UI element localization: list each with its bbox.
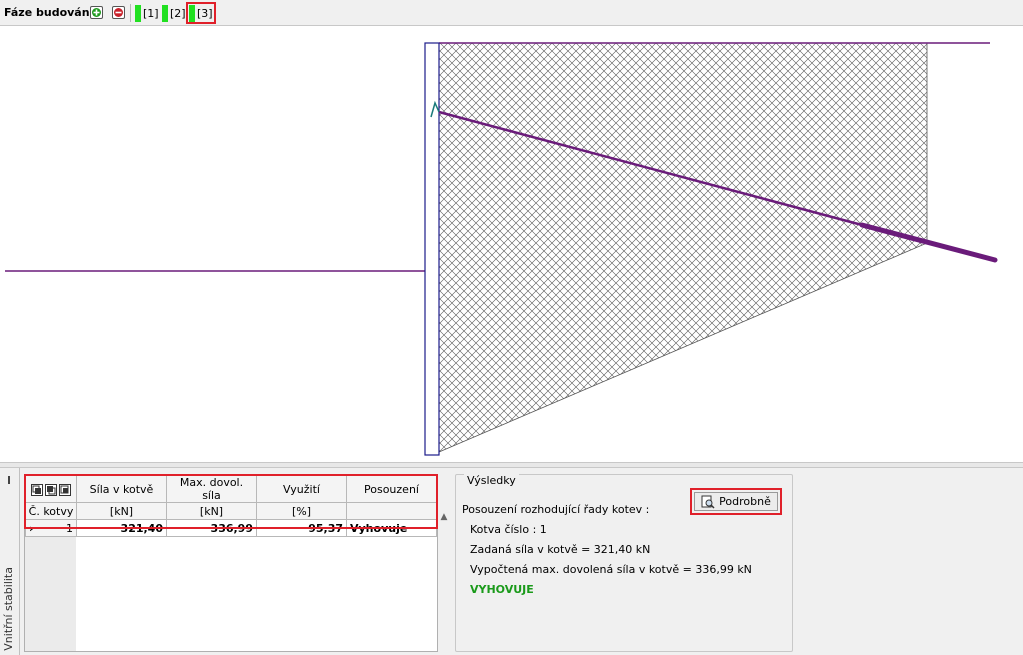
grip-icon xyxy=(8,476,10,484)
col-unit-verdict xyxy=(346,502,437,520)
side-tab-label: Vnitřní stabilita xyxy=(2,567,15,651)
anchor-number: 1 xyxy=(66,521,73,535)
copy-rows-icon[interactable] xyxy=(31,483,43,496)
paste-rows-icon[interactable] xyxy=(45,483,57,496)
stage-tab-3[interactable]: [3] xyxy=(186,2,216,24)
col-unit-utilization: [%] xyxy=(256,502,347,520)
stage-indicator xyxy=(135,4,141,22)
anchor-head xyxy=(430,100,440,118)
export-rows-icon[interactable] xyxy=(59,483,71,496)
add-stage-button[interactable] xyxy=(90,6,103,19)
plus-circle-icon xyxy=(92,8,101,17)
scroll-up-icon[interactable]: ▲ xyxy=(437,510,451,524)
minus-circle-icon xyxy=(114,8,123,17)
toolbar-separator xyxy=(130,4,131,22)
stage-indicator xyxy=(189,4,195,22)
stage-tab-label: [1] xyxy=(143,6,159,20)
stage-tab-1[interactable]: [1] xyxy=(135,4,159,22)
anchored-wall-drawing xyxy=(5,42,998,456)
col-header-utilization[interactable]: Využití xyxy=(256,475,347,503)
detail-button-label: Podrobně xyxy=(719,495,771,508)
drawing-canvas[interactable] xyxy=(0,27,1023,462)
col-header-verdict[interactable]: Posouzení xyxy=(346,475,437,503)
row-number-cell[interactable]: › 1 xyxy=(25,519,77,537)
anchors-table-panel: Síla v kotvě Max. dovol. síla Využití Po… xyxy=(24,474,438,652)
detail-button[interactable]: Podrobně xyxy=(694,492,778,511)
side-tab-internal-stability[interactable]: Vnitřní stabilita xyxy=(0,468,20,655)
col-header-anchor-no[interactable]: Č. kotvy xyxy=(25,502,77,520)
col-header-force[interactable]: Síla v kotvě xyxy=(76,475,167,503)
row-marker-icon: › xyxy=(29,521,34,535)
table-header-row: Síla v kotvě Max. dovol. síla Využití Po… xyxy=(25,475,437,503)
table-tools-header xyxy=(25,475,77,503)
retaining-wall xyxy=(424,42,440,456)
stage-indicator xyxy=(162,4,168,22)
results-legend: Výsledky xyxy=(464,474,519,487)
results-computed-max: Vypočtená max. dovolená síla v kotvě = 3… xyxy=(470,563,752,576)
col-unit-force: [kN] xyxy=(76,502,167,520)
anchors-table: Síla v kotvě Max. dovol. síla Využití Po… xyxy=(25,475,437,537)
magnifier-document-icon xyxy=(701,495,715,509)
stage-tab-label: [3] xyxy=(197,6,213,20)
results-anchor-number: Kotva číslo : 1 xyxy=(470,523,547,536)
stage-tab-2[interactable]: [2] xyxy=(162,4,186,22)
results-given-force: Zadaná síla v kotvě = 321,40 kN xyxy=(470,543,651,556)
bottom-panel: Vnitřní stabilita Síla v kotvě Max. dovo… xyxy=(0,468,1023,655)
col-unit-max-force: [kN] xyxy=(166,502,257,520)
max-force-cell[interactable]: 336,99 xyxy=(166,519,257,537)
results-heading: Posouzení rozhodující řady kotev : xyxy=(462,503,650,516)
soil-wedge xyxy=(438,42,928,453)
table-header-units-row: Č. kotvy [kN] [kN] [%] xyxy=(25,502,437,520)
detail-button-frame: Podrobně xyxy=(690,488,782,515)
construction-stage-label: Fáze budování : xyxy=(4,6,102,19)
verdict-cell[interactable]: Vyhovuje xyxy=(346,519,437,537)
toolbar: Fáze budování : [1] [2] [3] xyxy=(0,0,1023,26)
utilization-cell[interactable]: 95,37 xyxy=(256,519,347,537)
stage-tab-label: [2] xyxy=(170,6,186,20)
col-header-max-force[interactable]: Max. dovol. síla xyxy=(166,475,257,503)
table-row[interactable]: › 1 321,40 336,99 95,37 Vyhovuje xyxy=(25,519,437,537)
anchor-force-cell[interactable]: 321,40 xyxy=(76,519,167,537)
remove-stage-button[interactable] xyxy=(112,6,125,19)
results-verdict: VYHOVUJE xyxy=(470,583,534,596)
